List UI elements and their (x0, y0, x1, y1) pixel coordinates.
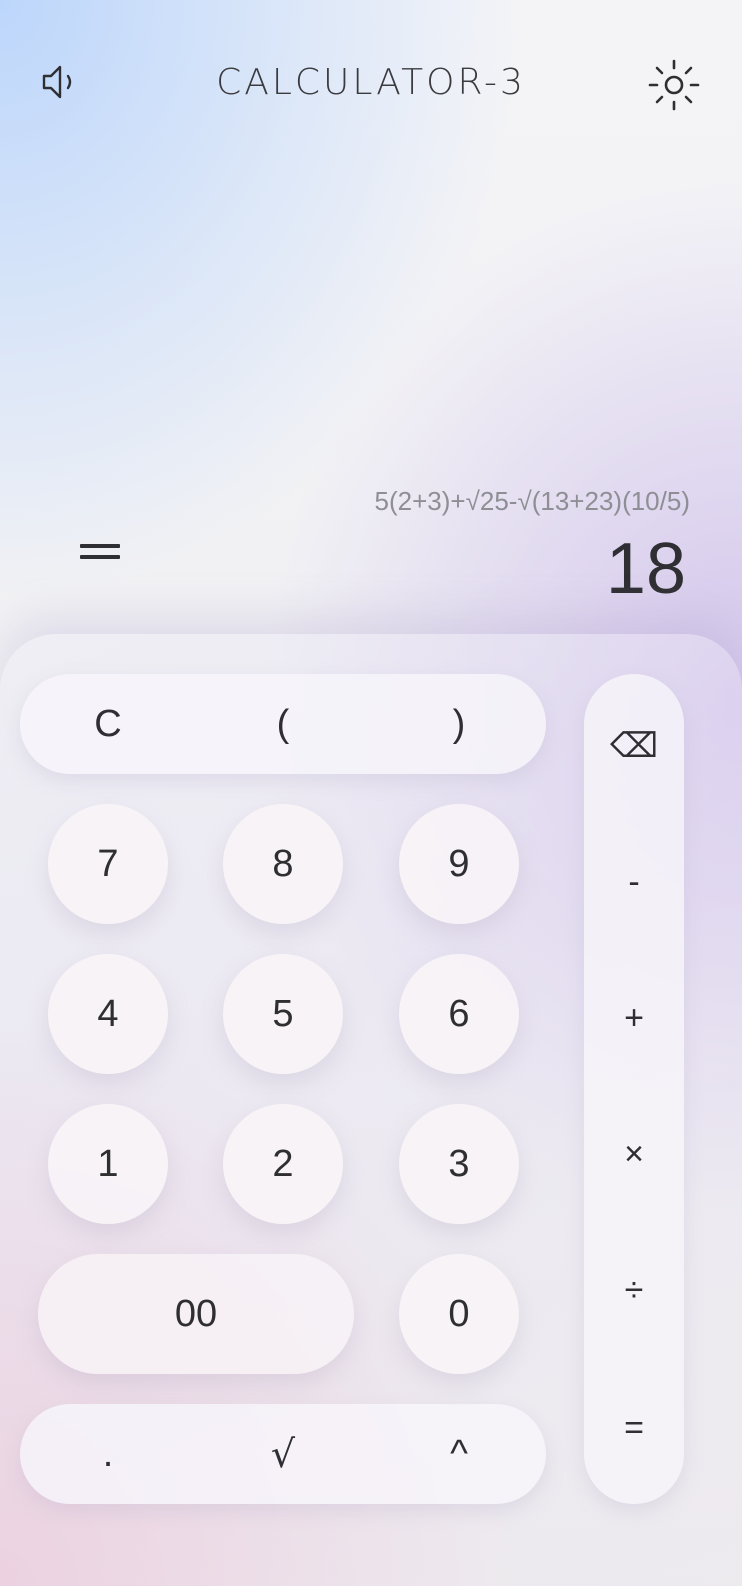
decimal-button[interactable]: . (48, 1404, 168, 1504)
expression-display: 5(2+3)+√25-√(13+23)(10/5) (374, 486, 690, 516)
top-bar: CALCULATOR-3 (0, 0, 742, 170)
backspace-button[interactable]: ⌫ (584, 706, 684, 786)
close-paren-button[interactable]: ) (399, 674, 519, 774)
theme-toggle-button[interactable] (644, 55, 704, 115)
result-display: 18 (605, 529, 686, 609)
equals-menu-icon (80, 544, 120, 548)
digit-6-button[interactable]: 6 (399, 954, 519, 1074)
history-button[interactable] (72, 530, 128, 580)
digit-3-button[interactable]: 3 (399, 1104, 519, 1224)
digit-8-button[interactable]: 8 (223, 804, 343, 924)
digit-4-button[interactable]: 4 (48, 954, 168, 1074)
digit-9-button[interactable]: 9 (399, 804, 519, 924)
digit-5-button[interactable]: 5 (223, 954, 343, 1074)
clear-button[interactable]: C (48, 674, 168, 774)
digit-2-button[interactable]: 2 (223, 1104, 343, 1224)
sqrt-button[interactable]: √ (223, 1404, 343, 1504)
operator-column-pill (584, 674, 684, 1504)
double-zero-button[interactable]: 00 (38, 1254, 354, 1374)
divide-button[interactable]: ÷ (584, 1250, 684, 1330)
digit-1-button[interactable]: 1 (48, 1104, 168, 1224)
digit-0-button[interactable]: 0 (399, 1254, 519, 1374)
open-paren-button[interactable]: ( (223, 674, 343, 774)
minus-button[interactable]: - (584, 842, 684, 922)
power-button[interactable]: ^ (399, 1404, 519, 1504)
equals-button[interactable]: = (584, 1388, 684, 1468)
app-title: CALCULATOR-3 (216, 62, 526, 103)
sun-icon (648, 59, 700, 111)
multiply-button[interactable]: × (584, 1114, 684, 1194)
plus-button[interactable]: + (584, 978, 684, 1058)
digit-7-button[interactable]: 7 (48, 804, 168, 924)
